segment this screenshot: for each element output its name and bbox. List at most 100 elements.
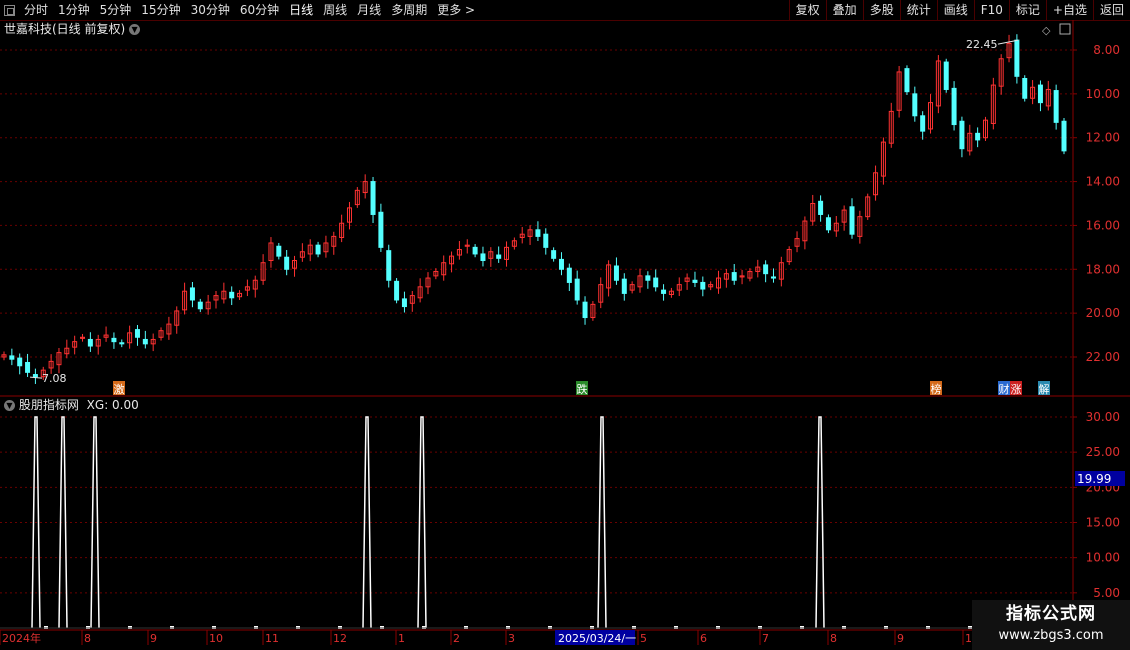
xg-signal-spike bbox=[362, 416, 372, 629]
date-cursor-box bbox=[555, 630, 635, 645]
candle-body bbox=[127, 332, 133, 344]
candle-body bbox=[731, 272, 737, 281]
candle-body bbox=[951, 87, 957, 126]
candle-body bbox=[221, 290, 227, 300]
period-tab[interactable]: 30分钟 bbox=[186, 0, 235, 20]
chevron-down-icon[interactable]: ▼ bbox=[4, 400, 15, 411]
xg-baseline-dot bbox=[44, 626, 48, 629]
candle-body bbox=[543, 233, 549, 248]
y-tick-label: 18.00 bbox=[1086, 262, 1120, 276]
candle-body bbox=[433, 270, 439, 277]
indicator-title[interactable]: ▼ 股朋指标网 XG: 0.00 bbox=[4, 397, 139, 413]
candle-body bbox=[998, 58, 1004, 87]
high-price-label: 22.45 bbox=[966, 38, 998, 51]
indicator-y-tick-label: 5.00 bbox=[1093, 586, 1120, 600]
candle-body bbox=[40, 369, 46, 378]
candle-body bbox=[1045, 88, 1051, 107]
period-tab[interactable]: 月线 bbox=[352, 0, 386, 20]
period-tab[interactable]: 周线 bbox=[318, 0, 352, 20]
xg-baseline-dot bbox=[296, 626, 300, 629]
chart-canvas: 22.00 20.00 18.00 16.00 14.00 12.00 10.00 8.00 2… bbox=[0, 20, 1130, 650]
add-watchlist-button[interactable]: +自选 bbox=[1045, 0, 1093, 20]
candle-body bbox=[1037, 84, 1043, 104]
period-tab[interactable]: 15分钟 bbox=[136, 0, 185, 20]
statistics-button[interactable]: 统计 bbox=[899, 0, 937, 20]
candle-body bbox=[134, 329, 140, 338]
xg-signal-spike bbox=[31, 416, 41, 629]
period-tab[interactable]: 60分钟 bbox=[235, 0, 284, 20]
candle-body bbox=[551, 250, 557, 259]
candle-body bbox=[456, 249, 462, 256]
candle-body bbox=[95, 338, 101, 347]
candle-body bbox=[794, 238, 800, 247]
candle-body bbox=[606, 264, 612, 289]
candle-body bbox=[182, 290, 188, 311]
candle-body bbox=[9, 355, 15, 360]
candle-body bbox=[825, 217, 831, 231]
candle-body bbox=[700, 281, 706, 290]
period-tab-daily[interactable]: 日线 bbox=[284, 0, 318, 20]
period-tab[interactable]: 分时 bbox=[19, 0, 53, 20]
xg-baseline-dot bbox=[674, 626, 678, 629]
candle-body bbox=[708, 284, 714, 288]
draw-line-button[interactable]: 画线 bbox=[936, 0, 974, 20]
candle-body bbox=[519, 233, 525, 238]
multi-stock-button[interactable]: 多股 bbox=[862, 0, 900, 20]
candle-body bbox=[661, 289, 667, 294]
event-marker-label: 财 bbox=[999, 382, 1010, 396]
x-axis-label: 11 bbox=[265, 632, 279, 645]
period-tab[interactable]: 1分钟 bbox=[53, 0, 95, 20]
candle-body bbox=[527, 229, 533, 237]
candle-body bbox=[833, 222, 839, 232]
candle-body bbox=[449, 255, 455, 265]
candle-body bbox=[284, 256, 290, 270]
candle-body bbox=[401, 298, 407, 308]
y-tick-label: 12.00 bbox=[1086, 131, 1120, 145]
candle-body bbox=[629, 284, 635, 291]
panel-toggle-icon bbox=[1059, 23, 1071, 35]
candle-body bbox=[488, 251, 494, 259]
xg-baseline-dot bbox=[212, 626, 216, 629]
xg-signal-spike bbox=[58, 416, 68, 629]
indicator-name: 股朋指标网 bbox=[18, 398, 79, 412]
chart-title[interactable]: 世嘉科技(日线 前复权) ▼ bbox=[4, 21, 141, 37]
watermark: 指标公式网 www.zbgs3.com bbox=[972, 600, 1130, 650]
candle-body bbox=[739, 275, 745, 278]
back-button[interactable]: 返回 bbox=[1092, 0, 1130, 20]
candle-body bbox=[684, 277, 690, 282]
mark-button[interactable]: 标记 bbox=[1008, 0, 1046, 20]
xg-baseline-dot bbox=[380, 626, 384, 629]
xg-baseline-dot bbox=[548, 626, 552, 629]
adjust-button[interactable]: 复权 bbox=[788, 0, 826, 20]
period-tab[interactable]: 多周期 bbox=[386, 0, 432, 20]
candle-body bbox=[1014, 39, 1020, 77]
candle-body bbox=[802, 220, 808, 242]
xg-baseline-dot bbox=[254, 626, 258, 629]
candle-body bbox=[668, 290, 674, 296]
candle-body bbox=[417, 286, 423, 299]
candle-body bbox=[25, 361, 31, 373]
event-marker-badge bbox=[1010, 381, 1022, 395]
candle-body bbox=[770, 276, 776, 279]
more-periods-tab[interactable]: 更多 > bbox=[432, 0, 480, 20]
candle-body bbox=[574, 278, 580, 301]
window-restore-icon[interactable] bbox=[4, 4, 15, 16]
toolbar: 分时 1分钟 5分钟 15分钟 30分钟 60分钟 日线 周线 月线 多周期 更… bbox=[0, 0, 1130, 21]
candle-body bbox=[386, 250, 392, 281]
candle-body bbox=[582, 301, 588, 319]
date-cursor-label: 2025/03/24/一 bbox=[558, 632, 636, 645]
candle-body bbox=[189, 287, 195, 301]
xg-baseline-dot bbox=[422, 626, 426, 629]
chevron-down-icon[interactable]: ▼ bbox=[129, 24, 141, 35]
x-axis-label: 9 bbox=[150, 632, 157, 645]
candle-body bbox=[566, 267, 572, 283]
event-marker-badge bbox=[998, 381, 1010, 395]
period-tab[interactable]: 5分钟 bbox=[95, 0, 137, 20]
f10-button[interactable]: F10 bbox=[973, 0, 1009, 20]
candle-body bbox=[260, 262, 266, 281]
candle-body bbox=[496, 254, 502, 259]
candle-body bbox=[1053, 90, 1059, 123]
y-tick-label: 8.00 bbox=[1093, 43, 1120, 57]
candle-body bbox=[378, 211, 384, 248]
overlay-button[interactable]: 叠加 bbox=[825, 0, 863, 20]
